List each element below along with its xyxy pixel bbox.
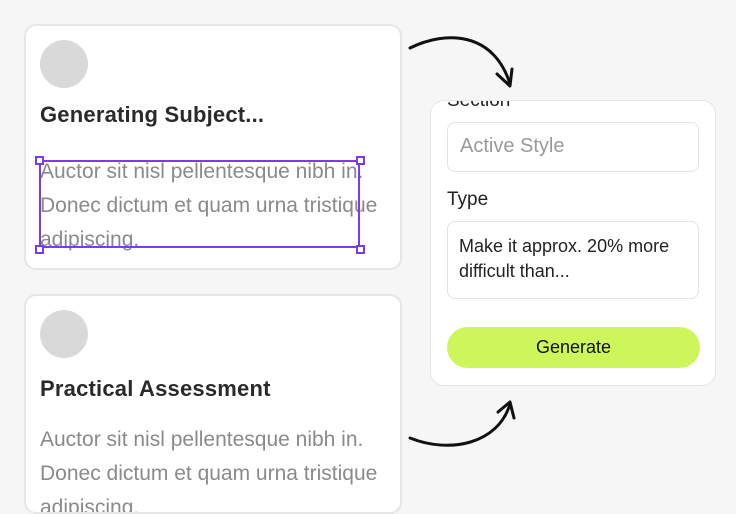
type-label: Type xyxy=(447,189,489,210)
selection-handle-bottom-left[interactable] xyxy=(35,245,44,254)
section-label: Section xyxy=(447,100,511,111)
card-practical-assessment[interactable]: Practical Assessment Auctor sit nisl pel… xyxy=(24,294,402,514)
card-title: Practical Assessment xyxy=(40,376,271,401)
curved-arrow-icon xyxy=(408,400,516,447)
selection-handle-top-left[interactable] xyxy=(35,156,44,165)
avatar xyxy=(40,310,88,358)
generate-button[interactable]: Generate xyxy=(447,327,700,368)
avatar xyxy=(40,40,88,88)
type-textarea[interactable]: Make it approx. 20% more difficult than.… xyxy=(447,221,699,299)
selection-handle-top-right[interactable] xyxy=(356,156,365,165)
generate-form-panel: Section Active Style Type Make it approx… xyxy=(430,100,716,386)
text-selection-box[interactable] xyxy=(39,160,360,248)
style-input[interactable]: Active Style xyxy=(447,122,699,172)
card-description: Auctor sit nisl pellentesque nibh in. Do… xyxy=(40,428,378,514)
selection-handle-bottom-right[interactable] xyxy=(356,245,365,254)
card-title: Generating Subject... xyxy=(40,102,265,127)
curved-arrow-icon xyxy=(408,36,514,88)
